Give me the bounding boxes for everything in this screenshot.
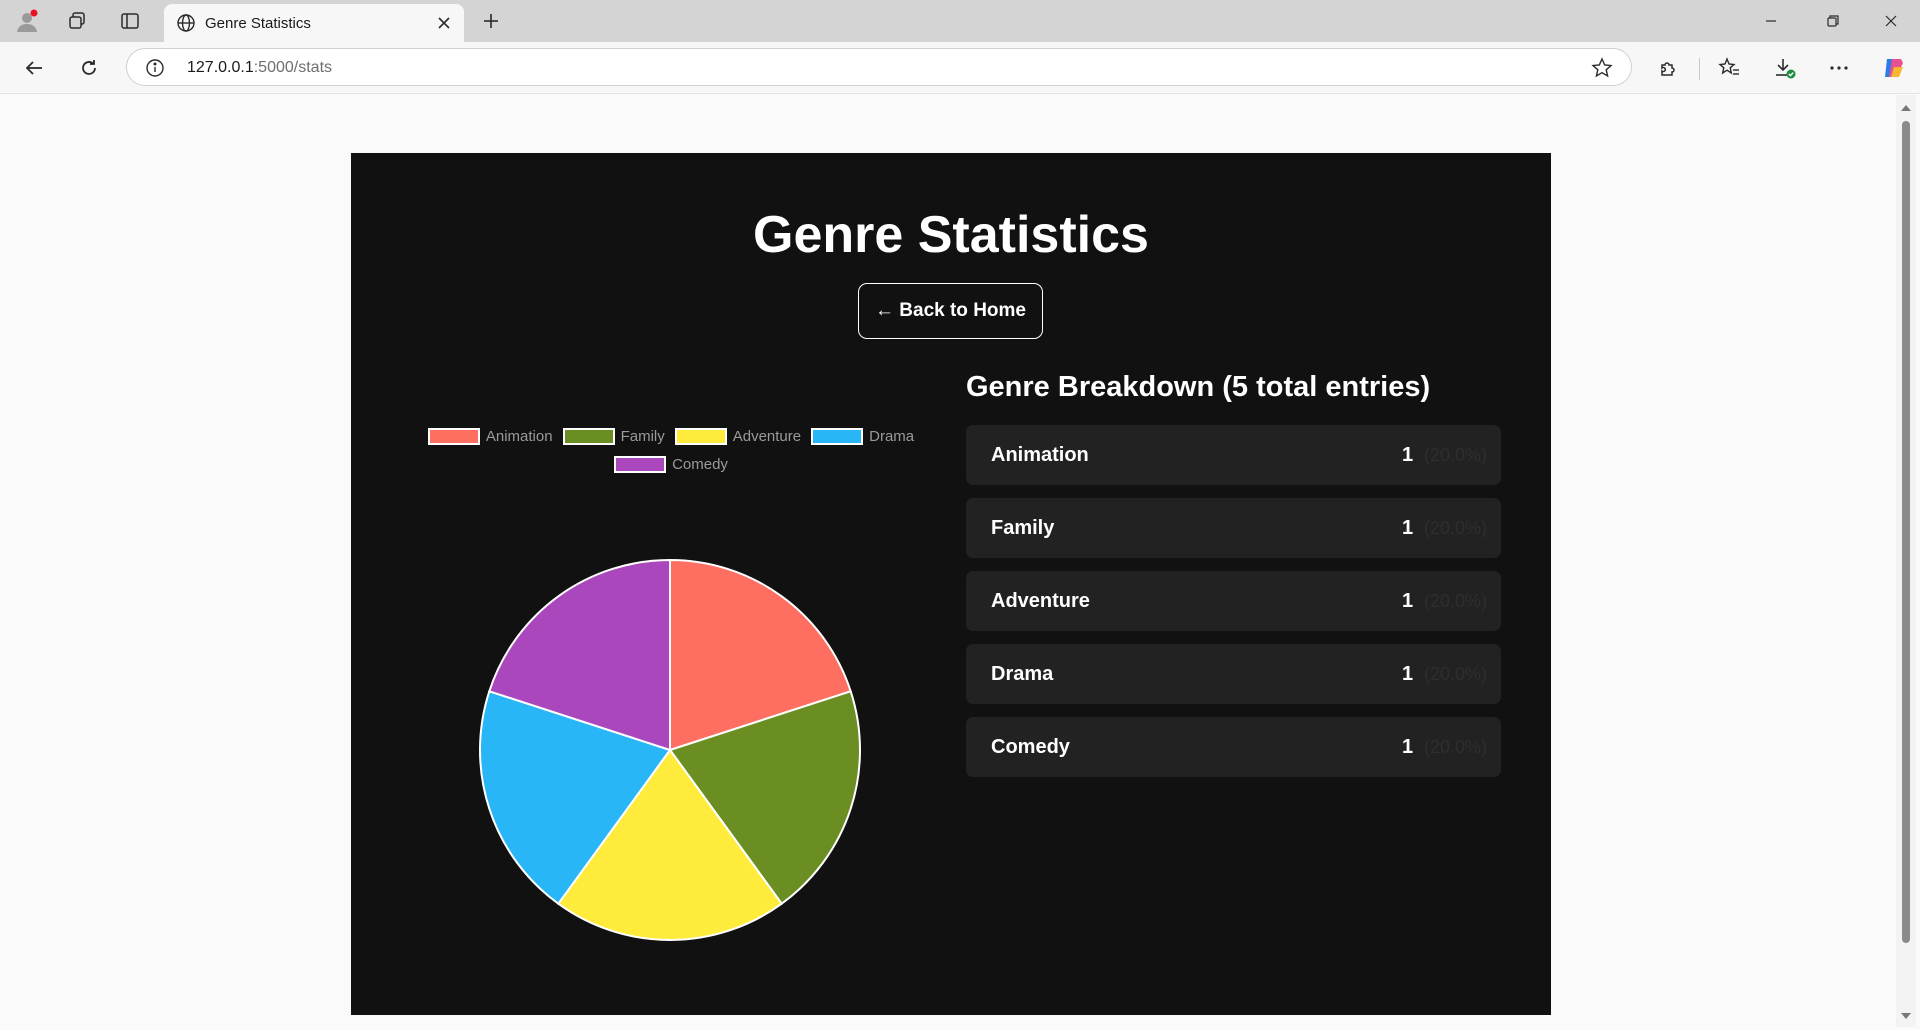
site-info-icon[interactable]	[145, 58, 165, 78]
favorite-star-icon[interactable]	[1591, 57, 1613, 79]
toolbar-separator	[1699, 58, 1700, 80]
more-options-icon[interactable]	[1824, 53, 1854, 83]
workspaces-icon[interactable]	[64, 8, 90, 34]
vertical-tabs-icon[interactable]	[117, 8, 143, 34]
stats-container: Genre Statistics ← Back to Home Animatio…	[351, 153, 1551, 1015]
genre-count: 1	[1402, 444, 1414, 466]
back-to-home-button[interactable]: ← Back to Home	[858, 283, 1043, 339]
new-tab-icon[interactable]	[478, 8, 504, 34]
genre-breakdown-list: Animation 1 (20.0%) Family 1 (20.0%) Adv…	[966, 425, 1501, 790]
genre-count: 1	[1402, 590, 1414, 612]
url-text: 127.0.0.1:5000/stats	[187, 59, 332, 77]
genre-row: Animation 1 (20.0%)	[966, 425, 1501, 485]
close-window-icon[interactable]	[1868, 8, 1914, 34]
back-icon[interactable]	[20, 54, 48, 82]
genre-pie-chart: Animation Family Adventure Drama Comedy	[411, 428, 931, 988]
genre-row: Comedy 1 (20.0%)	[966, 717, 1501, 777]
browser-tabbar: Genre Statistics	[0, 0, 1920, 42]
scroll-down-arrow-icon[interactable]	[1901, 1013, 1911, 1019]
scrollbar-thumb[interactable]	[1902, 121, 1910, 943]
downloads-icon[interactable]	[1770, 53, 1800, 83]
genre-name: Comedy	[991, 736, 1070, 758]
tab-title: Genre Statistics	[205, 15, 311, 32]
genre-percent: (20.0%)	[1424, 591, 1488, 611]
genre-row: Drama 1 (20.0%)	[966, 644, 1501, 704]
genre-row: Adventure 1 (20.0%)	[966, 571, 1501, 631]
url-host: 127.0.0.1	[187, 59, 254, 76]
pie-svg	[479, 558, 861, 941]
minimize-icon[interactable]	[1748, 8, 1794, 34]
url-path: :5000/stats	[253, 59, 333, 76]
breakdown-title: Genre Breakdown (5 total entries)	[966, 371, 1431, 403]
genre-count: 1	[1402, 736, 1414, 758]
genre-name: Drama	[991, 663, 1054, 685]
browser-toolbar: 127.0.0.1:5000/stats	[0, 42, 1920, 94]
extensions-icon[interactable]	[1654, 53, 1684, 83]
genre-percent: (20.0%)	[1424, 518, 1488, 538]
genre-percent: (20.0%)	[1424, 664, 1488, 684]
genre-row: Family 1 (20.0%)	[966, 498, 1501, 558]
globe-icon	[176, 13, 196, 33]
close-tab-icon[interactable]	[434, 13, 454, 33]
address-bar[interactable]: 127.0.0.1:5000/stats	[126, 48, 1632, 86]
genre-count: 1	[1402, 517, 1414, 539]
active-tab[interactable]: Genre Statistics	[164, 4, 464, 42]
genre-count: 1	[1402, 663, 1414, 685]
genre-percent: (20.0%)	[1424, 737, 1488, 757]
scroll-up-arrow-icon[interactable]	[1901, 105, 1911, 111]
page-title: Genre Statistics	[753, 206, 1149, 264]
genre-percent: (20.0%)	[1424, 445, 1488, 465]
favorites-icon[interactable]	[1714, 53, 1744, 83]
copilot-icon[interactable]	[1879, 53, 1909, 83]
refresh-icon[interactable]	[75, 54, 103, 82]
profile-icon[interactable]	[14, 8, 40, 34]
restore-icon[interactable]	[1810, 8, 1856, 34]
genre-name: Family	[991, 517, 1055, 539]
genre-name: Adventure	[991, 590, 1090, 612]
genre-name: Animation	[991, 444, 1089, 466]
vertical-scrollbar[interactable]	[1896, 95, 1916, 1027]
